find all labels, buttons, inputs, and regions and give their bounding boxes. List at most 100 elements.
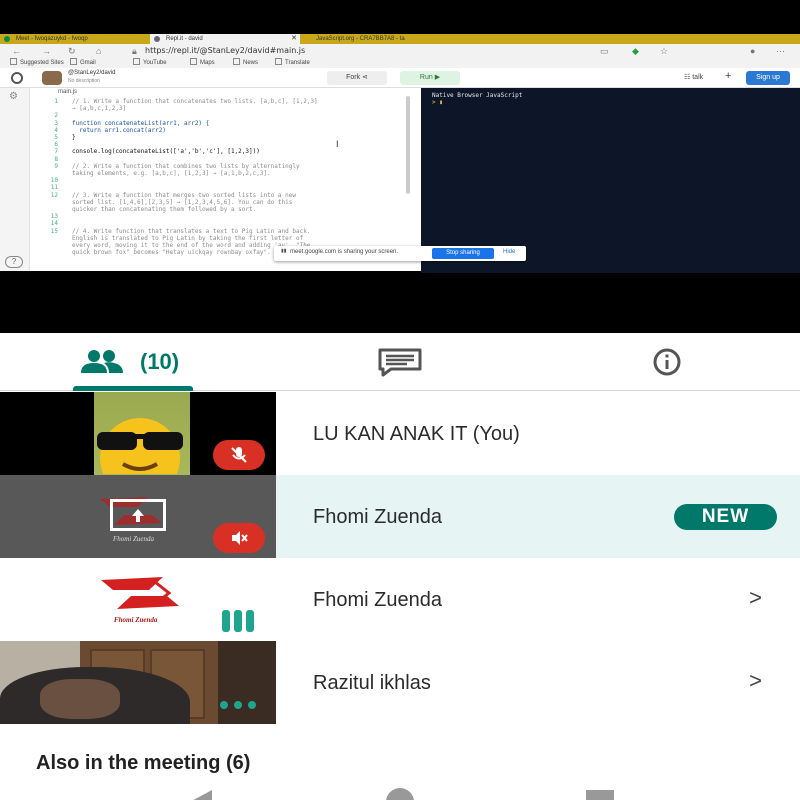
dot: [234, 701, 242, 709]
line-number: 10: [50, 177, 58, 185]
participant-video: Fhomi Zuenda: [0, 475, 276, 558]
logo-caption: Fhomi Zuenda: [114, 616, 158, 624]
bookmark-item[interactable]: Translate: [275, 58, 310, 68]
browser-tab-label: Repl.it - david: [166, 36, 203, 42]
participant-row[interactable]: Fhomi Zuenda Fhomi Zuenda NEW: [0, 475, 800, 558]
editor-scrollbar[interactable]: [406, 96, 410, 194]
audio-level-bar: [246, 610, 254, 632]
browser-tab-label: JavaScript.org - CRA7BB7A8 - ta: [316, 36, 405, 42]
line-number: 8: [54, 155, 58, 163]
close-tab-icon[interactable]: ✕: [291, 34, 297, 44]
participant-row[interactable]: LU KAN ANAK IT (You): [0, 392, 800, 475]
extension-icon[interactable]: ◆: [632, 45, 639, 57]
code-line[interactable]: // 1. Write a function that concatenates…: [72, 98, 318, 105]
code-line[interactable]: // 3. Write a function that merges two s…: [72, 192, 296, 199]
bookmark-item[interactable]: News: [233, 58, 258, 68]
bookmark-item[interactable]: Maps: [190, 58, 215, 68]
repl-user[interactable]: @StanLey2/david: [68, 70, 115, 76]
fork-button[interactable]: Fork ⋖: [327, 71, 387, 85]
pause-icon: ▮▮: [281, 248, 287, 254]
code-line[interactable]: English is translated to Pig Latin by ta…: [72, 235, 303, 242]
hide-button[interactable]: Hide: [503, 249, 515, 255]
code-line[interactable]: console.log(concatenateList(['a','b','c'…: [72, 148, 260, 155]
dot: [248, 701, 256, 709]
presenter-logo-icon: [101, 577, 179, 609]
chevron-right-icon[interactable]: >: [749, 585, 762, 611]
home-icon[interactable]: ⌂: [96, 45, 101, 57]
more-options-indicator: [218, 699, 264, 711]
bookmark-item[interactable]: Suggested Sites: [10, 58, 64, 68]
code-line[interactable]: // 2. Write a function that combines two…: [72, 163, 300, 170]
url-text[interactable]: https://repl.it/@StanLey2/david#main.js: [145, 45, 305, 57]
profile-icon[interactable]: ●: [750, 45, 755, 57]
browser-tab-js[interactable]: JavaScript.org - CRA7BB7A8 - ta: [300, 34, 460, 44]
browser-tab-meet[interactable]: Meet - fwoqazuykd - fwoqp: [0, 34, 150, 44]
bookmark-item[interactable]: Gmail: [70, 58, 96, 68]
meet-favicon-icon: [4, 36, 10, 42]
back-icon[interactable]: ←: [12, 45, 21, 57]
lock-icon: 🔒︎: [132, 46, 137, 56]
code-line[interactable]: function concatenateList(arr1, arr2) {: [72, 120, 209, 127]
bookmark-item[interactable]: YouTube: [133, 58, 167, 68]
code-line[interactable]: // 4. Write function that translates a t…: [72, 228, 310, 235]
line-number: 15: [50, 227, 58, 235]
run-button[interactable]: Run ▶: [400, 71, 460, 85]
also-in-meeting-heading: Also in the meeting (6): [36, 752, 251, 774]
run-label: Run: [419, 74, 433, 81]
line-number: 13: [50, 213, 58, 221]
presenting-indicator: [110, 499, 166, 531]
file-tab-main[interactable]: main.js: [58, 89, 77, 95]
plus-icon[interactable]: +: [725, 70, 731, 82]
line-number: 5: [54, 134, 58, 141]
meet-app: Meet - fwoqazuykd - fwoqp Repl.it - davi…: [0, 0, 800, 800]
code-line[interactable]: sorted list. [1,4,6],[2,3,5] → [1,2,3,4,…: [72, 199, 292, 206]
participant-video: Fhomi Zuenda: [0, 558, 276, 641]
sunglasses-emoji-icon: [97, 418, 183, 474]
line-number: 1: [54, 98, 58, 105]
code-line[interactable]: }: [72, 134, 76, 141]
code-line[interactable]: quick brown fox" becomes "Hetay uickqay …: [72, 249, 271, 256]
chevron-right-icon[interactable]: >: [749, 668, 762, 694]
meet-tab-strip: (10): [0, 333, 800, 391]
nav-back-icon[interactable]: [184, 790, 214, 800]
code-line[interactable]: return arr1.concat(arr2): [72, 127, 166, 134]
more-icon[interactable]: ⋯: [776, 45, 785, 57]
upload-arrow-icon: [132, 509, 144, 522]
avatar[interactable]: [42, 71, 62, 85]
person-face: [40, 679, 120, 719]
audio-level-bar: [234, 610, 242, 632]
browser-tab-repl[interactable]: Repl.it - david ✕: [150, 34, 300, 44]
code-line[interactable]: → [a,b,c,1,2,3]: [72, 105, 126, 112]
participant-name: Razitul ikhlas: [313, 672, 431, 694]
nav-recents-icon[interactable]: [586, 790, 614, 800]
chat-icon: [378, 348, 422, 377]
forward-icon[interactable]: →: [42, 45, 51, 57]
favorites-icon[interactable]: ☆: [660, 45, 668, 57]
code-line[interactable]: quicker than concatenating them followed…: [72, 206, 256, 213]
nav-home-icon[interactable]: [386, 788, 414, 800]
line-number: 14: [50, 220, 58, 228]
shared-screen: Meet - fwoqazuykd - fwoqp Repl.it - davi…: [0, 0, 800, 333]
play-icon: ▶: [434, 74, 441, 81]
reader-icon[interactable]: ▭: [600, 45, 609, 57]
talk-link[interactable]: ☷ talk: [684, 73, 703, 81]
editor-sidebar: [0, 88, 30, 271]
reload-icon[interactable]: ↻: [68, 45, 76, 57]
help-icon[interactable]: ?: [5, 256, 23, 268]
tab-chat[interactable]: [377, 347, 423, 379]
console-prompt[interactable]: > ▮: [432, 99, 443, 106]
stop-sharing-button[interactable]: Stop sharing: [432, 248, 494, 259]
code-line[interactable]: taking elements, e.g. [a,b,c], [1,2,3] →…: [72, 170, 271, 177]
tab-info[interactable]: [644, 347, 690, 379]
repl-logo-icon: [11, 72, 23, 84]
participant-name: LU KAN ANAK IT (You): [313, 423, 520, 445]
participant-row[interactable]: Fhomi Zuenda Fhomi Zuenda >: [0, 558, 800, 641]
repl-favicon-icon: [154, 36, 160, 42]
settings-gear-icon[interactable]: ⚙: [9, 91, 18, 102]
participant-row[interactable]: Razitul ikhlas >: [0, 641, 800, 724]
line-number: 6: [54, 141, 58, 149]
audio-level-bar: [222, 610, 230, 632]
sign-up-button[interactable]: Sign up: [746, 71, 790, 85]
tab-people[interactable]: (10): [80, 347, 188, 379]
participant-name: Fhomi Zuenda: [313, 506, 442, 528]
